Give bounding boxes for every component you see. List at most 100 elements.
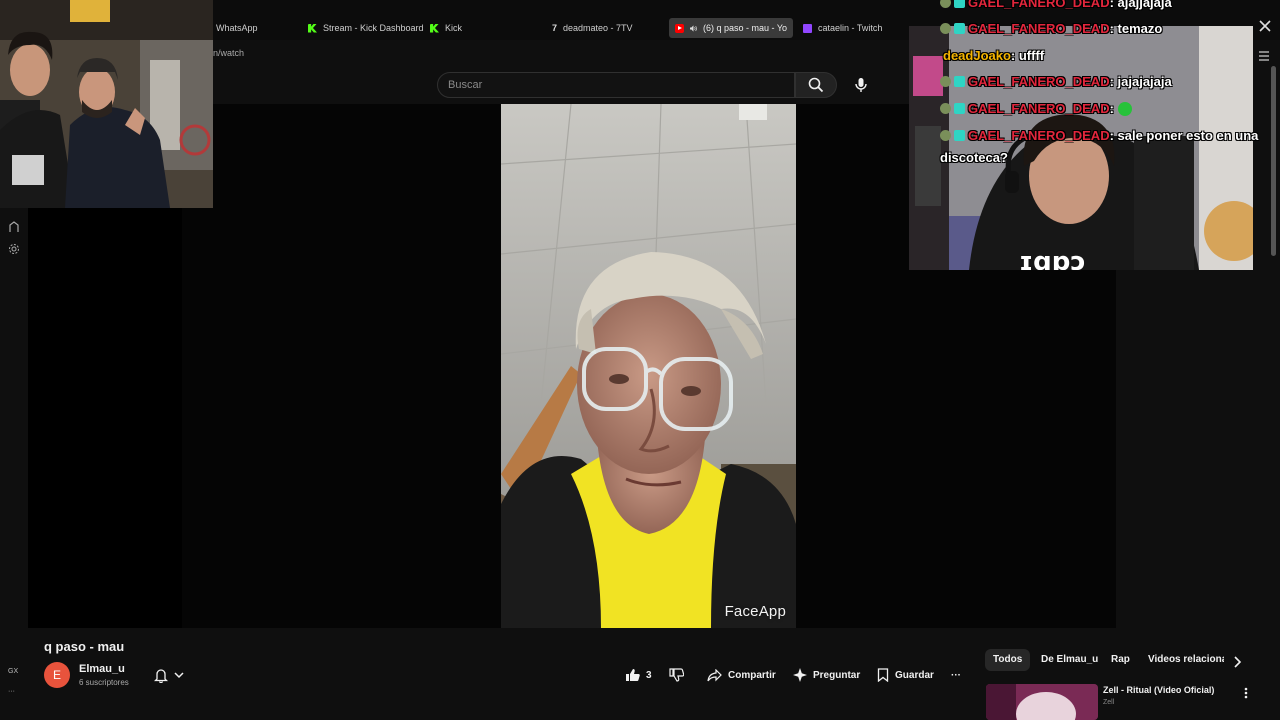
save-label: Guardar: [895, 669, 934, 681]
ask-button[interactable]: Preguntar: [793, 666, 860, 684]
channel-name[interactable]: Elmau_u: [79, 663, 125, 675]
seventv-icon: 7: [552, 23, 558, 33]
more-icon: ···: [951, 669, 961, 681]
badge-icon: [940, 23, 951, 34]
tab-label: Stream - Kick Dashboard: [323, 23, 424, 33]
badge-icon: [940, 0, 951, 8]
speaker-icon: [690, 24, 697, 32]
chat-message: GAEL_FANERO_DEAD :: [940, 101, 1132, 116]
dislike-button[interactable]: [669, 666, 684, 684]
tab-7tv[interactable]: 7 deadmateo - 7TV: [546, 17, 666, 39]
address-bar[interactable]: n/watch: [213, 40, 913, 66]
chip-label: Videos relaciona: [1148, 654, 1224, 665]
video-title: q paso - mau: [44, 639, 125, 654]
gx-label: GX: [8, 668, 19, 675]
chips-next-button[interactable]: [1232, 655, 1244, 668]
tab-twitch[interactable]: cataelin - Twitch: [797, 17, 905, 39]
chip-rap[interactable]: Rap: [1103, 649, 1138, 671]
close-icon: [1259, 20, 1271, 32]
search-button[interactable]: [795, 72, 837, 98]
chat-text: discoteca?: [940, 150, 1008, 165]
rail-shorts-icon[interactable]: [7, 220, 21, 234]
bookmark-icon: [877, 668, 889, 682]
like-button[interactable]: 3: [625, 666, 652, 684]
avatar-letter: E: [52, 668, 61, 682]
search-input[interactable]: Buscar: [437, 72, 795, 98]
chat-text: : sale poner esto en una: [1109, 128, 1259, 143]
chip-label: Rap: [1111, 654, 1130, 665]
save-button[interactable]: Guardar: [877, 666, 934, 684]
emote-icon: [1117, 101, 1132, 116]
like-count: 3: [646, 669, 652, 681]
tab-label: deadmateo - 7TV: [563, 23, 633, 33]
rail-settings[interactable]: [7, 242, 21, 256]
bell-icon: [154, 668, 168, 683]
badge-icon: [940, 76, 951, 87]
tab-kick[interactable]: Kick: [424, 17, 544, 39]
chip-de-elmau[interactable]: De Elmau_u: [1033, 649, 1106, 671]
recommendation-channel: Zell: [1103, 699, 1115, 706]
badge-icon: [954, 0, 965, 8]
chip-label: Todos: [993, 654, 1023, 665]
badge-icon: [954, 103, 965, 114]
badge-icon: [940, 103, 951, 114]
thumbs-down-icon: [669, 668, 684, 682]
share-icon: [707, 668, 722, 681]
svg-text:ɪɑɒɔ: ɪɑɒɔ: [1019, 247, 1086, 270]
chat-message: deadJoako : uffff: [943, 48, 1044, 63]
menu-icon: [1259, 51, 1269, 61]
chat-overlay: GAEL_FANERO_DEAD : ajajjajaja GAEL_FANER…: [940, 0, 1280, 180]
tab-kick-dashboard[interactable]: Stream - Kick Dashboard: [302, 17, 424, 39]
search-placeholder: Buscar: [448, 79, 483, 91]
menu-button[interactable]: [1258, 48, 1272, 61]
chat-text: : ajajjajaja: [1109, 0, 1172, 10]
chat-username: GAEL_FANERO_DEAD: [968, 74, 1110, 89]
notification-bell-button[interactable]: [154, 667, 190, 683]
voice-search-button[interactable]: [848, 72, 874, 98]
badge-icon: [954, 76, 965, 87]
badge-icon: [954, 23, 965, 34]
subscriber-count: 6 suscriptores: [79, 678, 129, 687]
kick-icon: [430, 23, 439, 33]
chat-text: : jajajajaja: [1109, 74, 1172, 89]
chat-message: GAEL_FANERO_DEAD : temazo: [940, 21, 1162, 36]
share-label: Compartir: [728, 669, 776, 681]
more-actions-button[interactable]: ···: [951, 666, 961, 684]
webcam-overlay-left: [0, 0, 213, 208]
video-frame[interactable]: FaceApp: [501, 104, 796, 628]
close-window-button[interactable]: [1258, 19, 1274, 35]
badge-icon: [954, 130, 965, 141]
tab-label: (6) q paso - mau - Yo: [702, 23, 787, 33]
tab-label: Kick: [445, 23, 463, 33]
recommendation-menu-button[interactable]: [1244, 686, 1252, 700]
chip-label: De Elmau_u: [1041, 654, 1099, 665]
chat-text: : temazo: [1109, 21, 1163, 36]
youtube-icon: [675, 23, 684, 33]
channel-avatar[interactable]: E: [44, 662, 70, 688]
kick-icon: [308, 23, 317, 33]
photo-image: [0, 0, 213, 208]
share-button[interactable]: Compartir: [707, 666, 776, 684]
thumbnail-image: [986, 684, 1098, 720]
tab-label: WhatsApp: [216, 23, 258, 33]
sparkle-icon: [793, 668, 807, 682]
video-content-image: [501, 104, 796, 628]
chat-message-wrap: discoteca?: [940, 150, 1008, 165]
chat-message: GAEL_FANERO_DEAD : sale poner esto en un…: [940, 128, 1258, 143]
chat-message: GAEL_FANERO_DEAD : ajajjajaja: [940, 0, 1172, 10]
more-dots-icon[interactable]: ···: [8, 688, 15, 695]
tab-youtube-active[interactable]: (6) q paso - mau - Yo: [669, 18, 793, 38]
recommendation-thumbnail[interactable]: [986, 684, 1098, 720]
screen: WhatsApp Stream - Kick Dashboard Kick 7 …: [0, 0, 1280, 720]
chevron-right-icon: [1234, 656, 1242, 668]
chip-videos-relacionados[interactable]: Videos relaciona: [1140, 649, 1224, 671]
twitch-icon: [803, 23, 812, 33]
chevron-down-icon: [174, 671, 184, 678]
chip-todos[interactable]: Todos: [985, 649, 1031, 671]
recommendation-title[interactable]: Zell - Ritual (Video Oficial): [1103, 685, 1214, 695]
scrollbar[interactable]: [1271, 66, 1276, 256]
tab-whatsapp[interactable]: WhatsApp: [210, 17, 300, 39]
chat-username: GAEL_FANERO_DEAD: [968, 128, 1110, 143]
badge-icon: [940, 130, 951, 141]
thumbs-up-icon: [626, 669, 640, 681]
